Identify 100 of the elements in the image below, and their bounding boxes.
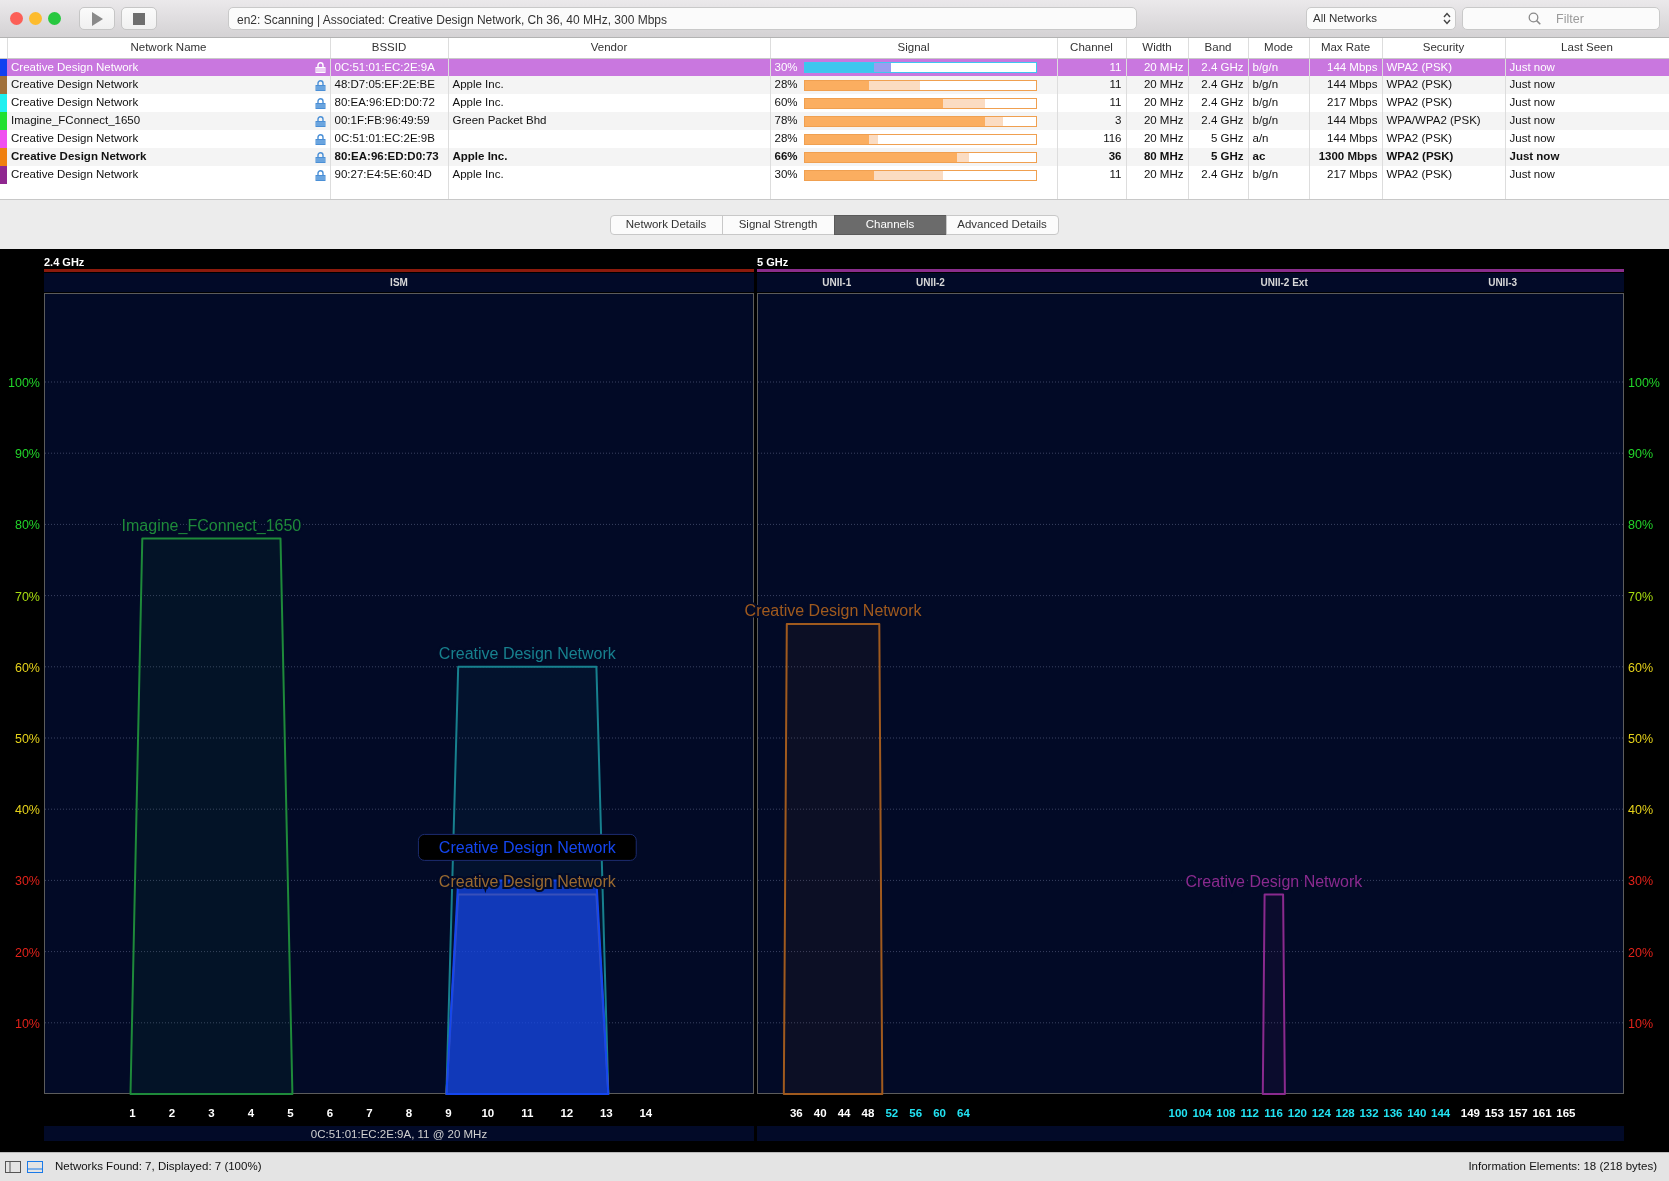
- axis-tick-label: 60%: [14, 660, 40, 675]
- table-cell: 80:EA:96:ED:D0:73: [334, 150, 439, 163]
- column-header[interactable]: Channel: [1057, 38, 1126, 58]
- column-header[interactable]: Max Rate: [1309, 38, 1382, 58]
- axis-tick-label: 50%: [1628, 732, 1654, 746]
- table-cell: 20 MHz: [1143, 168, 1184, 181]
- table-cell: a/n: [1252, 132, 1269, 145]
- table-cell: 2.4 GHz: [1201, 96, 1244, 109]
- table-cell: Apple Inc.: [452, 168, 504, 181]
- channel-tick-label: 8: [405, 1107, 413, 1119]
- table-cell: 2.4 GHz: [1201, 60, 1244, 73]
- axis-tick-label: 20%: [1628, 945, 1654, 960]
- table-cell: b/g/n: [1252, 114, 1279, 127]
- channel-tick-label: 52: [885, 1107, 899, 1119]
- table-cell: b/g/n: [1252, 78, 1279, 91]
- stop-icon: [133, 12, 145, 25]
- table-cell: 20 MHz: [1143, 132, 1184, 145]
- axis-tick-label: 90%: [14, 447, 40, 462]
- column-header[interactable]: Mode: [1248, 38, 1309, 58]
- channel-tick-label: 64: [957, 1107, 970, 1119]
- axis-tick-label: 30%: [1628, 874, 1654, 889]
- channel-tick-label: 128: [1335, 1107, 1355, 1119]
- tab[interactable]: Channels: [833, 214, 947, 235]
- channel-tick-label: 149: [1460, 1107, 1480, 1119]
- table-cell: 2.4 GHz: [1201, 78, 1244, 91]
- close-button[interactable]: [10, 12, 23, 25]
- play-icon: [91, 11, 103, 26]
- tab[interactable]: Network Details: [609, 214, 723, 235]
- table-cell: 116: [1103, 132, 1122, 145]
- table-cell: 80 MHz: [1143, 150, 1184, 163]
- column-header[interactable]: Band: [1188, 38, 1248, 58]
- axis-tick-label: 60%: [1628, 660, 1654, 675]
- column-header[interactable]: Network Name: [7, 38, 330, 58]
- signal-percent: 66%: [774, 149, 797, 165]
- channel-tick-label: 153: [1484, 1107, 1504, 1119]
- selection-caption: 0C:51:01:EC:2E:9A, 11 @ 20 MHz: [310, 1128, 488, 1140]
- table-cell: WPA2 (PSK): [1386, 60, 1453, 73]
- column-header[interactable]: Vendor: [448, 38, 770, 58]
- axis-tick-label: 30%: [14, 874, 40, 889]
- column-header[interactable]: Signal: [770, 38, 1057, 58]
- channel-tick-label: 5: [287, 1107, 294, 1119]
- table-cell: Just now: [1509, 96, 1555, 109]
- table-cell: 0C:51:01:EC:2E:9A: [334, 60, 435, 73]
- table-cell: 1300 Mbps: [1318, 150, 1378, 163]
- column-header[interactable]: Security: [1382, 38, 1505, 58]
- axis-tick-label: 40%: [1628, 803, 1654, 818]
- sidebar-toggle-icon[interactable]: [5, 1161, 21, 1173]
- axis-tick-label: 20%: [14, 945, 40, 960]
- signal-percent: 78%: [774, 113, 797, 129]
- channel-tick-label: 136: [1383, 1107, 1403, 1119]
- channel-tick-label: 108: [1216, 1107, 1236, 1119]
- signal-percent: 60%: [774, 95, 797, 111]
- table-cell: b/g/n: [1252, 96, 1279, 109]
- table-cell: 20 MHz: [1143, 60, 1184, 73]
- series-label: Creative Design Network: [438, 839, 617, 857]
- table-cell: 217 Mbps: [1327, 96, 1378, 109]
- channel-tick-label: 9: [445, 1107, 452, 1119]
- table-row[interactable]: Creative Design Network 80:EA:96:ED:D0:73 Apple Inc. 66% 36 80 MHz 5 GHz ac 1300 Mbps WPA2 (PSK) Just now: [0, 148, 1669, 166]
- table-cell: WPA2 (PSK): [1386, 132, 1453, 145]
- channel-tick-label: 4: [247, 1107, 255, 1119]
- network-filter-dropdown[interactable]: All Networks: [1306, 7, 1456, 30]
- table-cell: b/g/n: [1252, 168, 1279, 181]
- table-cell: ac: [1252, 150, 1266, 163]
- status-text: Information Elements: 18 (218 bytes): [1468, 1159, 1657, 1175]
- column-header[interactable]: BSSID: [330, 38, 448, 58]
- column-header[interactable]: Last Seen: [1505, 38, 1669, 58]
- play-button[interactable]: [79, 7, 115, 30]
- table-cell: Apple Inc.: [452, 78, 504, 91]
- band-title: 5 GHz: [757, 256, 789, 268]
- network-name: Creative Design Network: [11, 59, 139, 75]
- table-cell: 5 GHz: [1210, 150, 1244, 163]
- subband-label: UNII-1: [822, 277, 852, 288]
- network-name: Creative Design Network: [11, 131, 139, 147]
- table-cell: 20 MHz: [1143, 114, 1184, 127]
- table-cell: 2.4 GHz: [1201, 168, 1244, 181]
- column-header[interactable]: Width: [1126, 38, 1188, 58]
- table-cell: 11: [1109, 168, 1122, 181]
- channel-tick-label: 44: [837, 1107, 851, 1119]
- selected-trace-label: Creative Design Network: [417, 833, 637, 861]
- panel-toggle-icon[interactable]: [27, 1161, 43, 1173]
- table-row[interactable]: Creative Design Network 90:27:E4:5E:60:4D Apple Inc. 30% 11 20 MHz 2.4 GHz b/g/n 217 Mbps WPA2 (PSK) Just now: [0, 166, 1669, 184]
- network-name: Creative Design Network: [11, 149, 147, 165]
- channel-tick-label: 13: [599, 1107, 613, 1119]
- tab[interactable]: Signal Strength: [721, 214, 835, 235]
- table-row[interactable]: Imagine_FConnect_1650 00:1F:FB:96:49:59 Green Packet Bhd 78% 3 20 MHz 2.4 GHz b/g/n 144 Mbps WPA/WPA2 (PSK) Just now: [0, 112, 1669, 130]
- channel-tick-label: 132: [1359, 1107, 1379, 1119]
- filter-field[interactable]: Filter: [1462, 7, 1660, 30]
- status-display: en2: Scanning | Associated: Creative Design Network, Ch 36, 40 MHz, 300 Mbps: [228, 7, 1137, 30]
- tab[interactable]: Advanced Details: [945, 214, 1059, 235]
- status-text: Networks Found: 7, Displayed: 7 (100%): [55, 1159, 262, 1175]
- table-cell: 11: [1109, 78, 1122, 91]
- subband-label: UNII-2 Ext: [1260, 277, 1308, 288]
- zoom-button[interactable]: [48, 12, 61, 25]
- channel-tick-label: 60: [933, 1107, 946, 1119]
- stop-button[interactable]: [121, 7, 157, 30]
- table-cell: WPA2 (PSK): [1386, 78, 1453, 91]
- channel-tick-label: 11: [521, 1107, 534, 1119]
- table-row[interactable]: Creative Design Network 48:D7:05:EF:2E:BE Apple Inc. 28% 11 20 MHz 2.4 GHz b/g/n 144 Mbps WPA2 (PSK) Just now: [0, 76, 1669, 94]
- network-name: Creative Design Network: [11, 167, 139, 183]
- channel-tick-label: 14: [639, 1107, 653, 1119]
